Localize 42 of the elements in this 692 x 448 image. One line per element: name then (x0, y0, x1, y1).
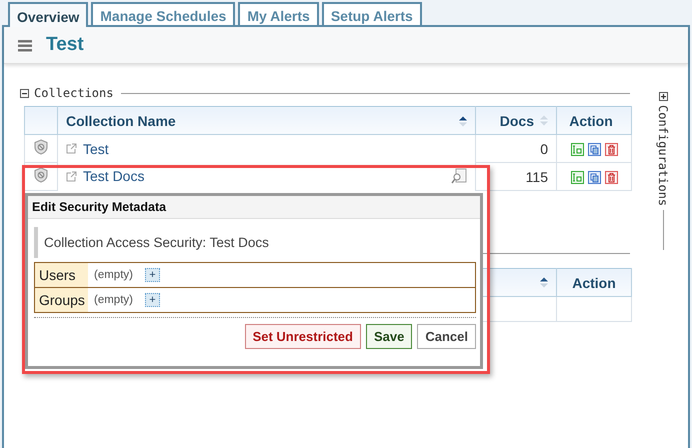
sort-icon[interactable] (459, 116, 467, 126)
dialog-button[interactable]: Set Unrestricted (244, 324, 361, 349)
add-button[interactable]: + (144, 268, 160, 282)
edit-icon[interactable] (570, 143, 584, 156)
tab[interactable]: My Alerts (238, 2, 319, 25)
sort-icon[interactable] (540, 276, 548, 288)
delete-icon[interactable] (604, 143, 618, 156)
menu-icon[interactable] (18, 38, 32, 52)
dialog-title: Edit Security Metadata (28, 196, 480, 219)
shield-icon[interactable] (34, 167, 48, 183)
shield-icon[interactable] (34, 139, 48, 155)
tab[interactable]: Overview (8, 2, 88, 27)
section-title: Collections (34, 86, 114, 100)
field-value: (empty) (94, 294, 133, 306)
docs-count: 0 (476, 134, 556, 162)
docs-count: 115 (476, 162, 556, 190)
external-link-icon[interactable] (66, 143, 77, 154)
delete-icon[interactable] (604, 171, 618, 184)
column-header[interactable]: Action (556, 106, 632, 134)
dialog-heading: Collection Access Security: Test Docs (34, 227, 476, 258)
tab[interactable]: Manage Schedules (91, 2, 236, 25)
collapse-icon[interactable] (20, 88, 29, 98)
field-label: Users (35, 263, 88, 287)
column-header[interactable]: Action (556, 268, 632, 296)
edit-icon[interactable] (570, 171, 584, 184)
page-title: Test (46, 34, 84, 56)
copy-icon[interactable] (588, 171, 600, 184)
external-link-icon[interactable] (66, 170, 77, 182)
collection-link[interactable]: Test Docs (83, 168, 144, 184)
field-label: Groups (35, 288, 88, 312)
collection-link[interactable]: Test (83, 140, 109, 156)
column-header[interactable]: Docs (476, 106, 556, 134)
field-value: (empty) (94, 269, 133, 281)
copy-icon[interactable] (588, 143, 600, 156)
expand-icon[interactable] (658, 92, 668, 101)
dialog-button[interactable]: Save (366, 324, 412, 349)
column-header[interactable]: Collection Name (58, 106, 476, 134)
dialog-button[interactable]: Cancel (417, 324, 476, 349)
add-button[interactable]: + (144, 293, 160, 307)
side-panel-label[interactable]: Configurations (656, 105, 670, 206)
tab[interactable]: Setup Alerts (322, 2, 422, 25)
search-icon[interactable] (451, 168, 467, 184)
